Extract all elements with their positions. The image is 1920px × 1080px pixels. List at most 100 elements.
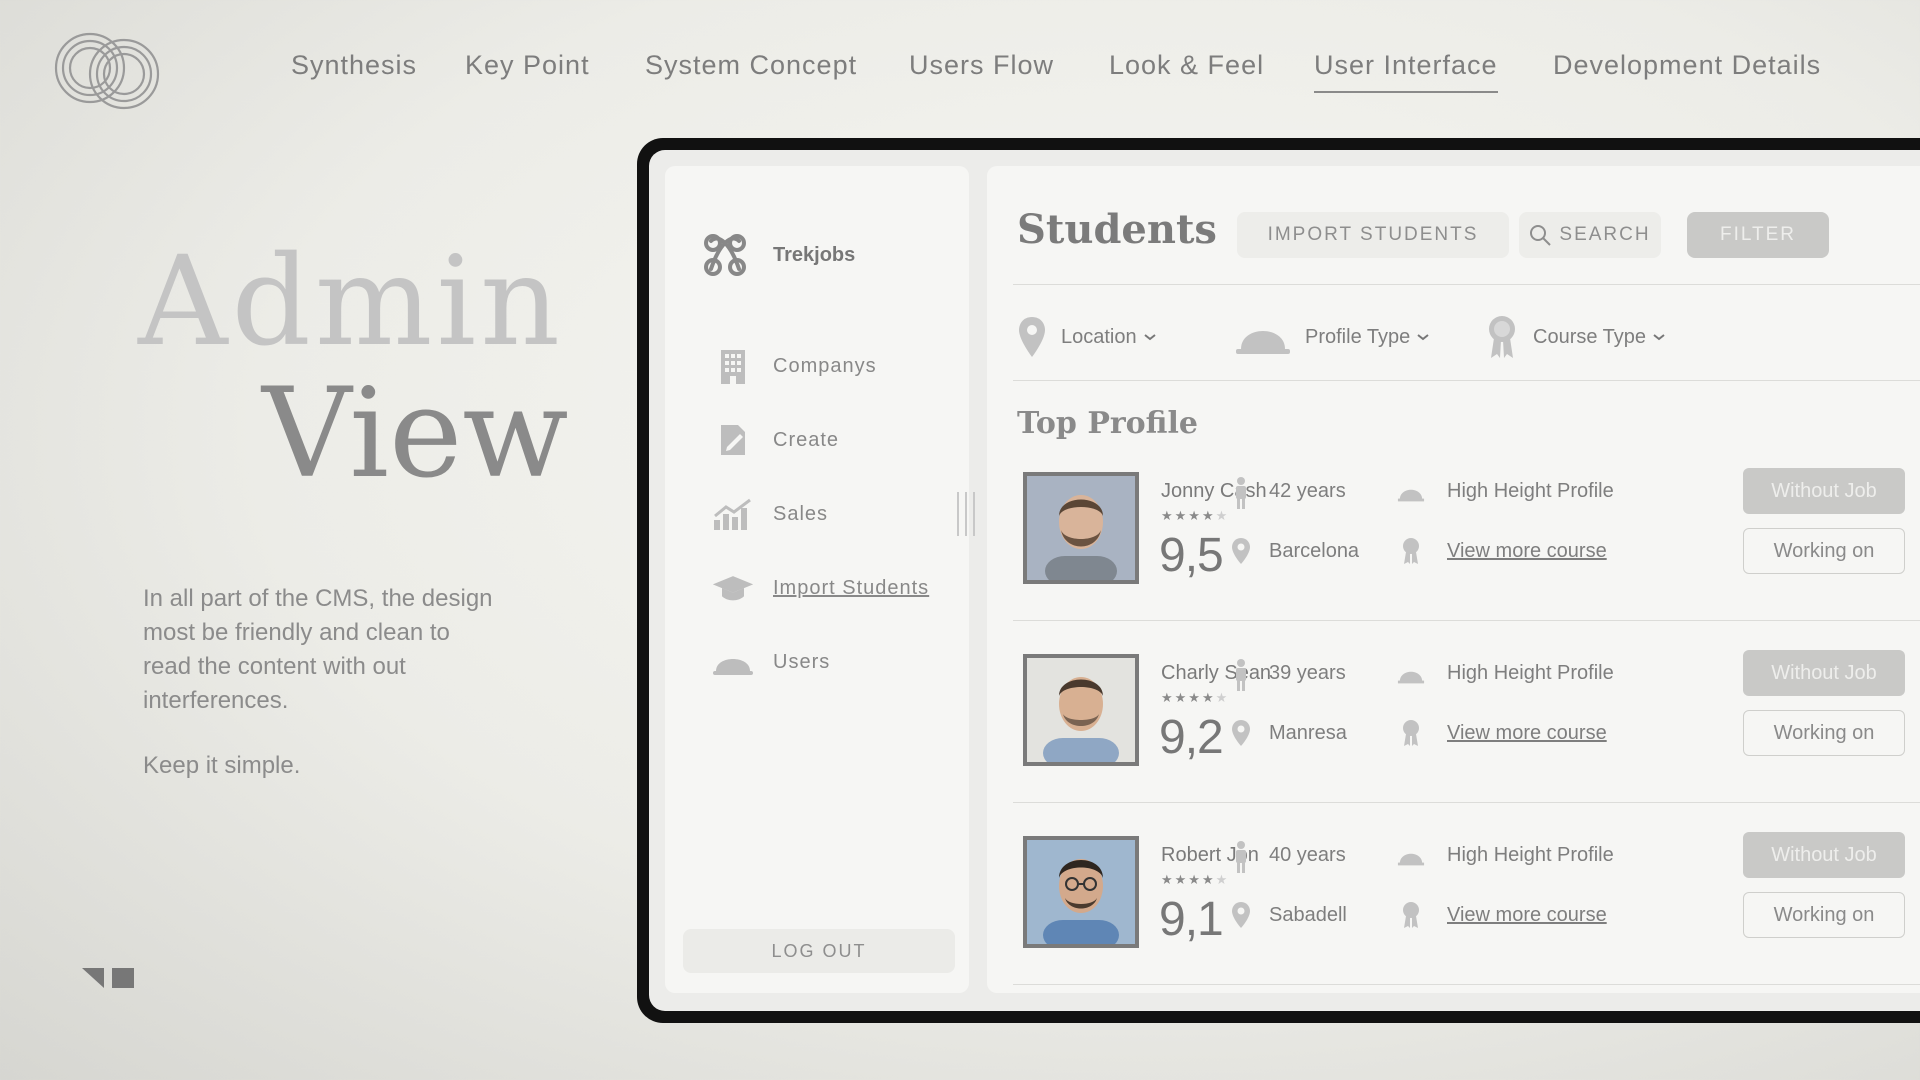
profile-city: Manresa (1269, 722, 1347, 744)
profile-score: 9,1 (1159, 893, 1224, 946)
profile-type: High Height Profile (1447, 844, 1614, 866)
students-panel: Students IMPORT STUDENTS SEARCH FILTER L… (987, 166, 1920, 993)
header-divider (1013, 284, 1920, 285)
app-screen: Trekjobs Companys Create Sales Import St… (649, 150, 1920, 1011)
filter-course-type[interactable]: Course Type (1485, 312, 1666, 362)
sidebar-resize-handle[interactable] (955, 492, 979, 536)
profile-row: Jonny Cash ★★★★★ 9,5 42 years Barcelona … (987, 468, 1920, 654)
rating-stars: ★★★★★ (1161, 690, 1230, 705)
filter-location[interactable]: Location (1017, 312, 1157, 362)
chevron-down-icon (1143, 332, 1157, 342)
profile-row: Robert Jon ★★★★★ 9,1 40 years Sabadell H… (987, 832, 1920, 1011)
award-ribbon-icon (1485, 314, 1519, 360)
hero-title-line2: View (262, 362, 569, 506)
building-icon (711, 346, 755, 386)
profile-score: 9,5 (1159, 529, 1224, 582)
graduation-cap-icon (711, 568, 755, 608)
import-students-button[interactable]: IMPORT STUDENTS (1237, 212, 1509, 258)
row-divider (1013, 984, 1920, 985)
sidebar-item-users[interactable]: Users (711, 642, 830, 682)
avatar[interactable] (1023, 836, 1139, 948)
person-icon (1227, 658, 1255, 692)
award-ribbon-icon (1397, 898, 1425, 932)
logout-button[interactable]: LOG OUT (683, 929, 955, 973)
app-brand-name: Trekjobs (773, 243, 856, 266)
row-divider (1013, 802, 1920, 803)
profile-age: 40 years (1269, 844, 1346, 866)
sidebar-item-label: Sales (773, 502, 829, 525)
search-icon (1529, 224, 1552, 246)
filter-profile-type[interactable]: Profile Type (1235, 312, 1430, 362)
hero-title-line1: Admin (138, 230, 565, 374)
chevron-down-icon (1652, 332, 1666, 342)
sidebar-item-label: Users (773, 650, 831, 673)
page-title: Students (1017, 206, 1217, 253)
nav-item-users-flow[interactable]: Users Flow (909, 50, 1054, 91)
nav-item-user-interface[interactable]: User Interface (1314, 50, 1498, 93)
profile-type: High Height Profile (1447, 662, 1614, 684)
working-on-button[interactable]: Working on (1743, 528, 1905, 574)
chart-icon (711, 494, 755, 534)
rating-stars: ★★★★★ (1161, 508, 1230, 523)
nav-item-look-feel[interactable]: Look & Feel (1109, 50, 1264, 91)
sidebar-item-label: Import Students (773, 576, 930, 599)
profile-type: High Height Profile (1447, 480, 1614, 502)
working-on-button[interactable]: Working on (1743, 710, 1905, 756)
filter-label: Profile Type (1305, 325, 1411, 348)
corner-mark-icon (82, 968, 134, 988)
nav-item-system-concept[interactable]: System Concept (645, 50, 857, 91)
sidebar-item-import-students[interactable]: Import Students (711, 568, 929, 608)
location-pin-icon (1017, 315, 1047, 359)
hero-description: In all part of the CMS, the design most … (143, 585, 493, 714)
sidebar-item-sales[interactable]: Sales (711, 494, 828, 534)
app-brand[interactable]: Trekjobs (701, 230, 855, 280)
helmet-icon (1397, 658, 1425, 692)
sidebar-item-label: Create (773, 428, 840, 451)
working-on-button[interactable]: Working on (1743, 892, 1905, 938)
row-divider (1013, 620, 1920, 621)
view-more-course-link[interactable]: View more course (1447, 904, 1607, 927)
view-more-course-link[interactable]: View more course (1447, 540, 1607, 563)
profile-score: 9,2 (1159, 711, 1224, 764)
profile-city: Barcelona (1269, 540, 1360, 562)
chevron-down-icon (1416, 332, 1430, 342)
profile-city: Sabadell (1269, 904, 1347, 926)
nav-item-synthesis[interactable]: Synthesis (291, 50, 417, 91)
search-button[interactable]: SEARCH (1519, 212, 1661, 258)
profile-age: 42 years (1269, 480, 1346, 502)
view-more-course-link[interactable]: View more course (1447, 722, 1607, 745)
profile-row: Charly Sean ★★★★★ 9,2 39 years Manresa H… (987, 650, 1920, 836)
edit-document-icon (711, 420, 755, 460)
person-icon (1227, 476, 1255, 510)
without-job-button[interactable]: Without Job (1743, 468, 1905, 514)
nav-item-development-details[interactable]: Development Details (1553, 50, 1821, 91)
top-nav: Synthesis Key Point System Concept Users… (0, 50, 1920, 96)
helmet-icon (1235, 317, 1291, 357)
award-ribbon-icon (1397, 716, 1425, 750)
location-pin-icon (1227, 534, 1255, 568)
filter-label: Course Type (1533, 325, 1647, 348)
filter-button[interactable]: FILTER (1687, 212, 1829, 258)
sidebar-item-create[interactable]: Create (711, 420, 839, 460)
app-sidebar: Trekjobs Companys Create Sales Import St… (665, 166, 975, 993)
search-button-label: SEARCH (1559, 224, 1651, 245)
award-ribbon-icon (1397, 534, 1425, 568)
profile-age: 39 years (1269, 662, 1346, 684)
section-title: Top Profile (1017, 406, 1198, 441)
nav-item-key-point[interactable]: Key Point (465, 50, 590, 91)
rating-stars: ★★★★★ (1161, 872, 1230, 887)
without-job-button[interactable]: Without Job (1743, 650, 1905, 696)
person-icon (1227, 840, 1255, 874)
without-job-button[interactable]: Without Job (1743, 832, 1905, 878)
sidebar-item-companys[interactable]: Companys (711, 346, 877, 386)
avatar[interactable] (1023, 654, 1139, 766)
location-pin-icon (1227, 898, 1255, 932)
hero-tagline: Keep it simple. (143, 752, 301, 779)
trekjobs-logo-icon (704, 234, 746, 276)
sidebar-item-label: Companys (773, 354, 877, 377)
helmet-icon (1397, 840, 1425, 874)
avatar[interactable] (1023, 472, 1139, 584)
helmet-icon (1397, 476, 1425, 510)
filter-label: Location (1061, 325, 1137, 348)
filter-divider (1013, 380, 1920, 381)
